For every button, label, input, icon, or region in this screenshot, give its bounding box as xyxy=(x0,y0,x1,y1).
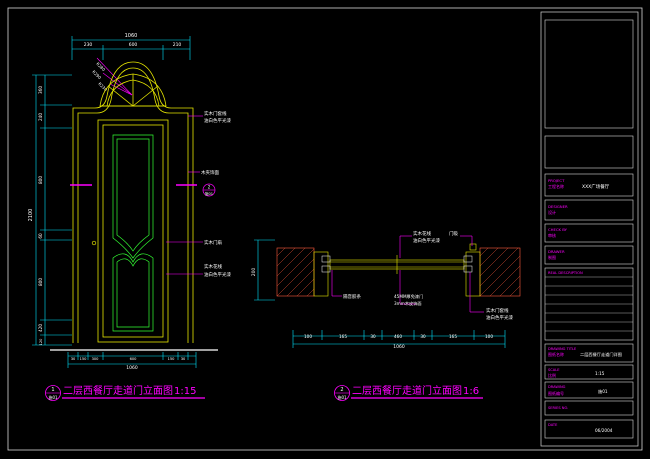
dim-bottom-4: 600 xyxy=(130,357,138,361)
title-marker-sheet: 施01 xyxy=(48,394,58,400)
drawing-no-value: 施01 xyxy=(598,388,608,395)
dim-top-left: 230 xyxy=(84,42,93,48)
dim-bottom-total: 1060 xyxy=(126,365,138,371)
plan-dim-total: 1060 xyxy=(393,344,405,350)
dim-left-1: 360 xyxy=(38,86,43,94)
dim-bottom-5: 150 xyxy=(168,357,176,361)
plan-dim-2: 165 xyxy=(339,334,347,339)
plan-dim-thickness: 200 xyxy=(251,268,257,277)
elevation-title: 二层西餐厅走道门立面图 xyxy=(63,384,173,397)
scale-label-en: SCALE xyxy=(548,368,560,372)
dim-bottom-1: 30 xyxy=(71,357,76,361)
drawing-title-label-en: DRAWING TITLE xyxy=(548,347,577,351)
plan-dim-4: 460 xyxy=(394,334,402,339)
dim-bottom-3: 300 xyxy=(92,357,100,361)
designer-label-cn: 设计 xyxy=(548,209,556,215)
plan-dim-3: 30 xyxy=(370,334,376,339)
drawer-label-cn: 制图 xyxy=(548,254,556,260)
dim-bottom-2: 150 xyxy=(80,357,88,361)
dim-left-6: 420 xyxy=(38,324,43,332)
plan-dim-7: 100 xyxy=(485,334,493,339)
scale-label-cn: 比例 xyxy=(548,372,556,378)
plan-title-marker-number: 2 xyxy=(340,387,343,393)
plan-label-veneer: 3mm木皮饰面 xyxy=(394,300,422,307)
project-label-en: PROJECT xyxy=(548,178,565,183)
dim-bottom-6: 30 xyxy=(181,357,186,361)
dim-top-right: 210 xyxy=(173,42,182,48)
label-paint-2: 油白色平光漆 xyxy=(204,271,231,278)
plan-label-door-thickness: 45MM厚免漆门 xyxy=(394,293,423,300)
drawing-no-label-cn: 图纸编号 xyxy=(548,390,564,396)
description-label: REAL DESCRIPTION xyxy=(548,271,583,275)
series-label: SERIES NO. xyxy=(548,406,568,410)
plan-dim-6: 165 xyxy=(449,334,457,339)
plan-label-seal: 隔音胶条 xyxy=(343,293,361,300)
plan-label-door-stop: 门吸 xyxy=(449,230,458,237)
dim-left-2: 240 xyxy=(38,113,43,121)
plan-dim-5: 30 xyxy=(420,334,426,339)
label-paint-1: 油白色平光漆 xyxy=(204,117,231,124)
plan-label-trim: 实木门套线 xyxy=(486,307,509,314)
plan-label-paint: 油白色平光漆 xyxy=(413,237,440,244)
plan-scale: 1:6 xyxy=(463,386,479,397)
dim-top-mid: 600 xyxy=(129,42,138,48)
drawing-title-label-cn: 图纸名称 xyxy=(548,351,564,357)
label-door-leaf: 实木门扇 xyxy=(204,239,222,246)
plan-title: 二层西餐厅走道门立面图 xyxy=(352,384,462,397)
date-value: 06/2004 xyxy=(595,428,613,433)
drawing-no-label-en: DRAWING xyxy=(548,385,566,389)
designer-label-en: DESIGNER xyxy=(548,204,568,209)
plan-title-marker-sheet: 施01 xyxy=(337,394,347,400)
check-label-en: CHECK BY xyxy=(548,227,568,232)
dim-left-4: 60 xyxy=(38,233,43,239)
check-label-cn: 审核 xyxy=(548,232,556,238)
label-moulding: 实木花线 xyxy=(204,263,222,270)
scale-value: 1:15 xyxy=(595,371,605,376)
dim-left-3: 800 xyxy=(38,176,43,184)
label-door-trim: 实木门套线 xyxy=(204,110,227,117)
plan-label-paint-2: 油白色平光漆 xyxy=(486,314,513,321)
dim-left-5: 800 xyxy=(38,278,43,286)
cad-drawing-sheet: 1060 230 600 210 R280 R290 R230 2 施01 21… xyxy=(0,0,650,459)
elevation-scale: 1:15 xyxy=(174,386,196,397)
label-wood-veneer: 木夹饰面 xyxy=(201,169,219,176)
dim-left-7: 120 xyxy=(39,338,43,346)
project-label-cn: 工程名称 xyxy=(548,183,564,189)
section-marker-sheet: 施01 xyxy=(205,191,213,196)
drawer-label-en: DRAWER xyxy=(548,249,565,254)
plan-dim-1: 100 xyxy=(304,334,312,339)
plan-label-moulding: 实木花线 xyxy=(413,230,431,237)
date-label: DATE xyxy=(548,423,558,427)
project-value: XXX广场餐厅 xyxy=(582,183,610,190)
title-marker-number: 1 xyxy=(51,387,54,393)
section-marker-number: 2 xyxy=(208,185,211,190)
dim-left-total: 2100 xyxy=(28,209,34,222)
drawing-title-value: 二层西餐厅走道门详图 xyxy=(580,351,622,358)
dim-top-total: 1060 xyxy=(125,33,138,39)
